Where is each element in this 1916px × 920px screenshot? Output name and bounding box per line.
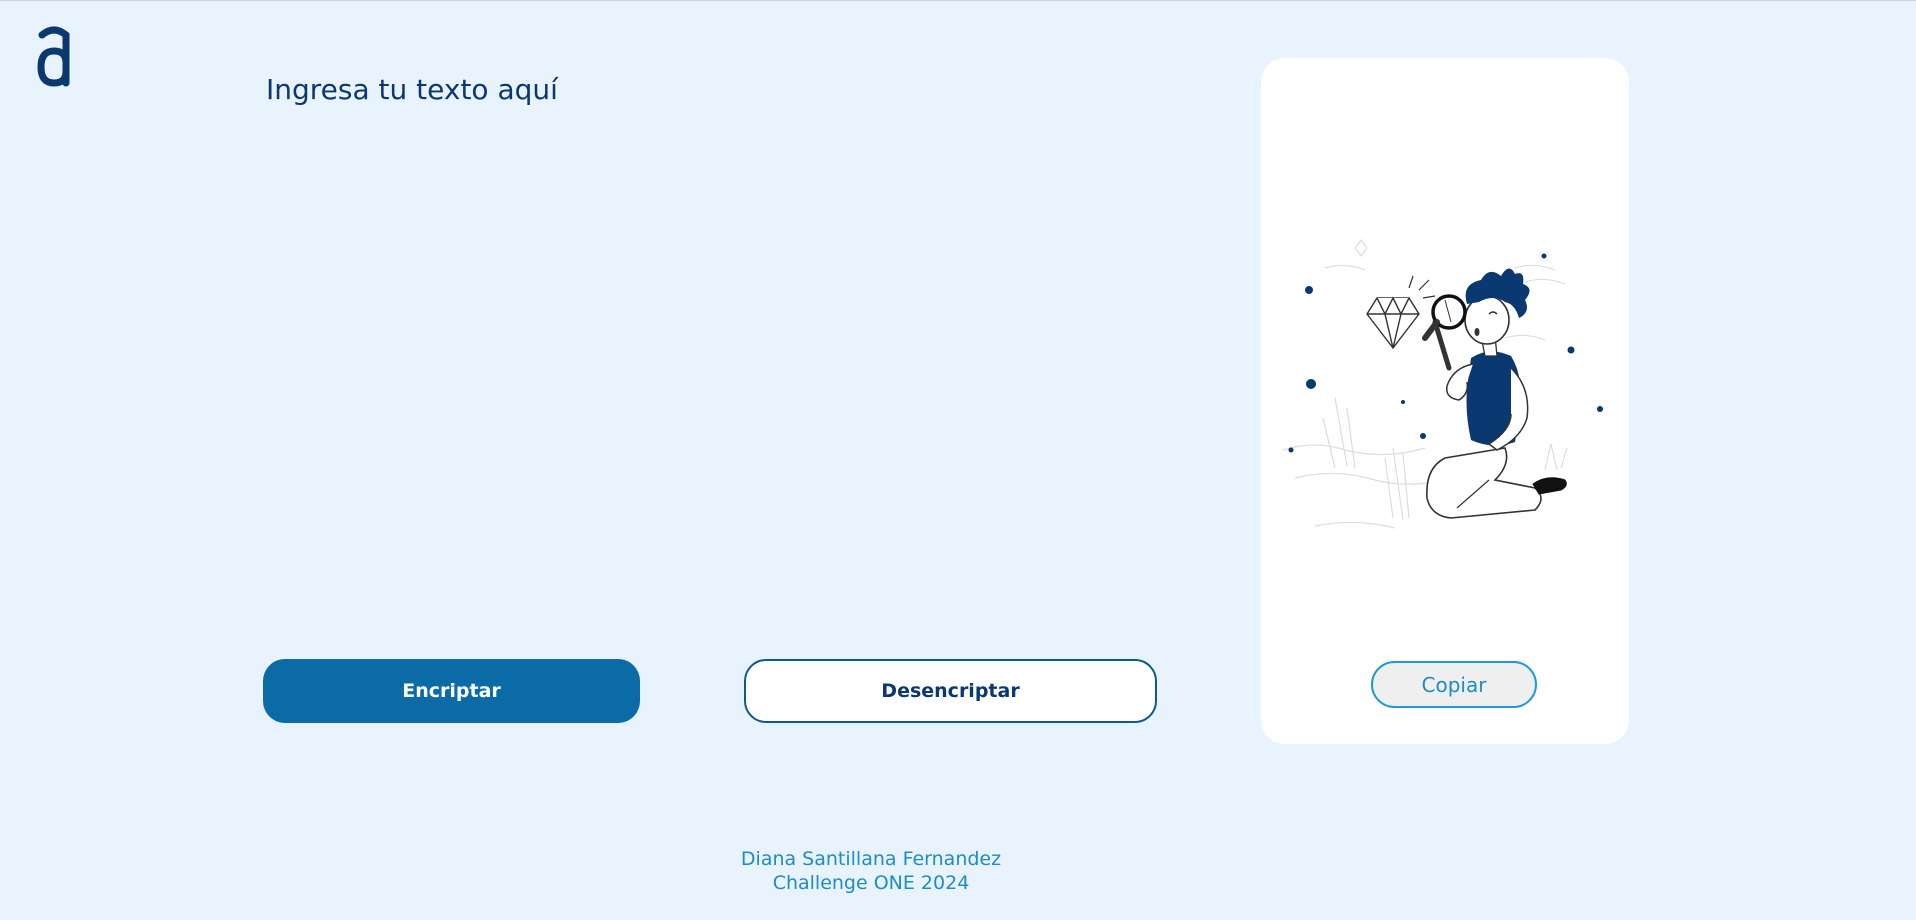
- encrypt-button[interactable]: Encriptar: [263, 659, 640, 723]
- footer-author: Diana Santillana Fernandez: [740, 848, 1002, 870]
- footer: Diana Santillana Fernandez Challenge ONE…: [700, 847, 1042, 895]
- footer-event: Challenge ONE 2024: [772, 872, 970, 894]
- text-input[interactable]: [266, 73, 1166, 633]
- person-with-magnifying-glass-illustration: [1282, 239, 1603, 529]
- decrypt-button[interactable]: Desencriptar: [744, 659, 1157, 723]
- alura-logo-icon[interactable]: [34, 25, 74, 89]
- copy-button[interactable]: Copiar: [1371, 661, 1537, 708]
- output-panel: Copiar: [1261, 58, 1629, 744]
